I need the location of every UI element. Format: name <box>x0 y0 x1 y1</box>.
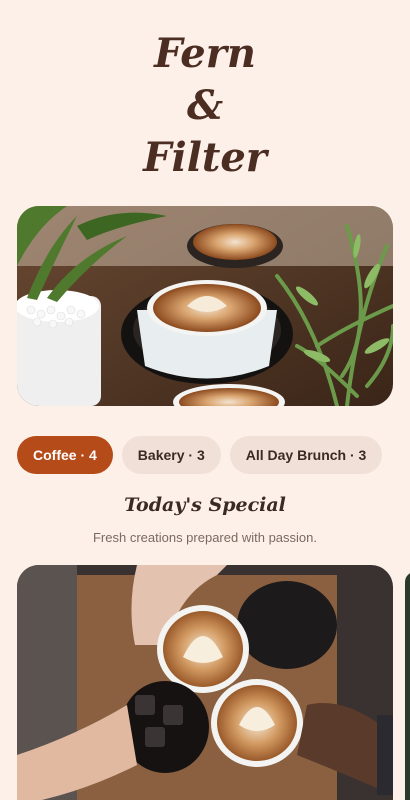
hero-image <box>17 206 393 406</box>
category-chips: Coffee · 4 Bakery · 3 All Day Brunch · 3 <box>17 436 383 474</box>
next-card-peek[interactable] <box>405 572 410 800</box>
brand-title: Fern & Filter <box>0 28 410 184</box>
chip-bakery[interactable]: Bakery · 3 <box>121 436 221 474</box>
special-subtitle: Fresh creations prepared with passion. <box>92 530 317 545</box>
chip-all-day-brunch[interactable]: All Day Brunch · 3 <box>229 436 383 474</box>
brand-title-line-1: Fern <box>154 30 256 77</box>
chip-coffee[interactable]: Coffee · 4 <box>17 436 113 474</box>
special-title: Today's Special <box>124 494 286 516</box>
special-card-image[interactable] <box>17 565 393 800</box>
brand-title-line-3: Filter <box>143 134 267 181</box>
brand-title-line-2: & <box>186 82 224 129</box>
